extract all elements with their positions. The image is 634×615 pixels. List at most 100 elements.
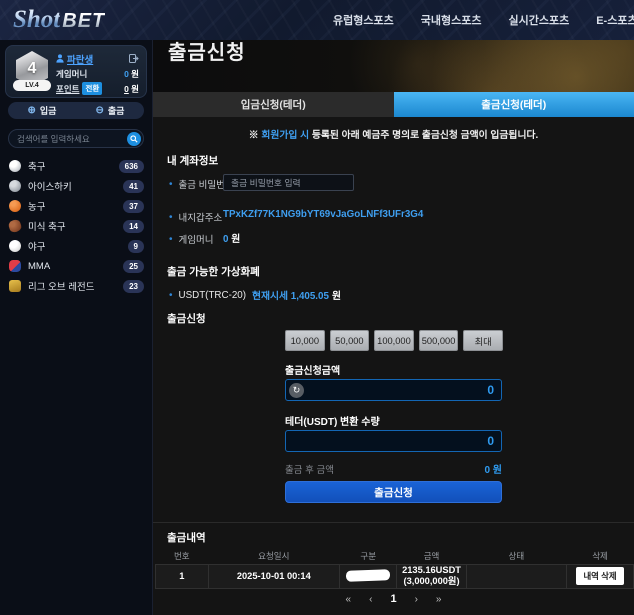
rate-unit: 원 [332, 288, 341, 302]
page-next-button[interactable]: › [415, 594, 418, 605]
col-delete: 삭제 [567, 548, 634, 564]
points-label[interactable]: 포인트 [56, 83, 79, 95]
tab-deposit-request[interactable]: 입금신청(테더) [153, 92, 394, 117]
sidebar-item-league-of-legends[interactable]: 리그 오브 레전드 23 [0, 276, 153, 296]
withdraw-history-title: 출금내역 [167, 530, 206, 545]
withdraw-amount-input[interactable] [304, 383, 501, 397]
game-money-info-row: • 게임머니 [169, 232, 213, 246]
game-money-row: 게임머니 0 원 [56, 66, 139, 81]
page-current[interactable]: 1 [390, 593, 396, 605]
account-info-title: 내 계좌정보 [167, 153, 218, 168]
count-badge: 25 [123, 260, 144, 273]
cell-datetime: 2025-10-01 00:14 [208, 564, 339, 588]
circled-minus-icon: ⊖ [96, 106, 104, 116]
username-row: 파란생 [56, 51, 139, 66]
bullet-dot: • [169, 290, 173, 301]
withdraw-history-table: 번호 요청일시 구분 금액 상태 삭제 1 2025-10-01 00:14 [155, 548, 634, 589]
count-badge: 636 [119, 160, 144, 173]
search-input[interactable] [17, 131, 122, 146]
submit-withdraw-button[interactable]: 출금신청 [285, 481, 502, 503]
cell-delete: 내역 삭제 [567, 564, 634, 588]
col-number: 번호 [156, 548, 209, 564]
table-header-row: 번호 요청일시 구분 금액 상태 삭제 [156, 548, 634, 564]
logout-icon[interactable] [129, 50, 139, 68]
section-divider [153, 522, 634, 523]
after-withdraw-row: 출금 후 금액 0 원 [285, 461, 502, 476]
coin-name: USDT(TRC-20) [179, 290, 247, 301]
quick-amount-10000[interactable]: 10,000 [285, 330, 325, 351]
available-crypto-title: 출금 가능한 가상화폐 [167, 264, 260, 279]
sidebar-item-american-football[interactable]: 미식 축구 14 [0, 216, 153, 236]
deposit-button[interactable]: ⊕ 입금 [8, 102, 76, 119]
search-button[interactable] [127, 132, 141, 146]
sports-menu: 축구 636 아이스하키 41 농구 37 미식 축구 14 야구 9 [0, 156, 153, 296]
quick-amount-500000[interactable]: 500,000 [419, 330, 459, 351]
level-badge: LV.4 [13, 80, 51, 91]
sidebar-item-mma[interactable]: MMA 25 [0, 256, 153, 276]
page-first-button[interactable]: « [346, 594, 352, 605]
count-badge: 14 [123, 220, 144, 233]
mma-glove-icon [9, 260, 21, 272]
sidebar: 4 LV.4 파란생 게임머니 0 원 포인트 [0, 40, 153, 615]
col-status: 상태 [466, 548, 566, 564]
bullet-dot: • [169, 179, 173, 190]
sidebar-search [8, 129, 144, 148]
nav-item-esports[interactable]: E-스포츠 [596, 12, 634, 28]
count-badge: 23 [123, 280, 144, 293]
quick-amount-buttons: 10,000 50,000 100,000 500,000 최대 [285, 330, 503, 351]
withdraw-button[interactable]: ⊖ 출금 [76, 102, 144, 119]
avatar: 4 LV.4 [13, 51, 51, 91]
refresh-icon: ↻ [293, 385, 301, 396]
username-link[interactable]: 파란생 [67, 52, 93, 66]
sidebar-item-ice-hockey[interactable]: 아이스하키 41 [0, 176, 153, 196]
deposit-label: 입금 [40, 104, 57, 117]
sidebar-item-baseball[interactable]: 야구 9 [0, 236, 153, 256]
delete-history-button[interactable]: 내역 삭제 [576, 567, 623, 585]
page-prev-button[interactable]: ‹ [369, 594, 372, 605]
nav-item-european-sports[interactable]: 유럽형스포츠 [333, 12, 394, 28]
count-badge: 37 [123, 200, 144, 213]
quick-amount-max[interactable]: 최대 [463, 330, 503, 351]
withdraw-password-input[interactable] [223, 174, 354, 191]
page-last-button[interactable]: » [436, 594, 442, 605]
col-datetime: 요청일시 [208, 548, 339, 564]
wallet-address-row: • 내지갑주소 [169, 210, 222, 224]
search-icon [130, 135, 138, 143]
wallet-address-label: 내지갑주소 [179, 210, 223, 224]
sidebar-item-soccer[interactable]: 축구 636 [0, 156, 153, 176]
count-badge: 9 [128, 240, 144, 253]
sidebar-item-basketball[interactable]: 농구 37 [0, 196, 153, 216]
usdt-quantity-label: 테더(USDT) 변환 수량 [285, 413, 380, 428]
page: Shot BET 유럽형스포츠 국내형스포츠 실시간스포츠 E-스포츠 카지노 … [0, 0, 634, 615]
person-icon [56, 54, 64, 63]
convert-points-button[interactable]: 전환 [82, 82, 102, 95]
quick-amount-50000[interactable]: 50,000 [330, 330, 370, 351]
nav-item-domestic-sports[interactable]: 국내형스포츠 [421, 12, 482, 28]
logo-bet-text: BET [62, 10, 105, 33]
cell-number: 1 [156, 564, 209, 588]
bullet-dot: • [169, 212, 173, 223]
wallet-action-bar: ⊕ 입금 ⊖ 출금 [8, 102, 144, 119]
withdraw-request-title: 출금신청 [167, 311, 206, 326]
page-banner: 출금신청 [153, 40, 634, 92]
reset-amount-button[interactable]: ↻ [289, 383, 304, 398]
after-withdraw-value: 0 원 [484, 461, 502, 476]
quick-amount-100000[interactable]: 100,000 [374, 330, 414, 351]
wallet-address-value: TPxKZf77K1NG9bYT69vJaGoLNFf3UFr3G4 [223, 209, 423, 220]
logo-shot-text: Shot [13, 6, 60, 34]
game-money-info-value: 0 원 [223, 231, 240, 245]
soccer-ball-icon [9, 160, 21, 172]
nav-item-live-sports[interactable]: 실시간스포츠 [508, 12, 569, 28]
tab-withdraw-request[interactable]: 출금신청(테더) [394, 92, 634, 117]
site-logo[interactable]: Shot BET [13, 6, 105, 34]
game-money-value: 0 원 [124, 68, 139, 80]
withdraw-amount-field: ↻ [285, 379, 502, 401]
count-badge: 41 [123, 180, 144, 193]
user-card: 4 LV.4 파란생 게임머니 0 원 포인트 [5, 45, 147, 98]
col-type: 구분 [340, 548, 397, 564]
usdt-rate-row: • USDT(TRC-20) 현재시세 1,405.05 원 [169, 288, 341, 302]
redacted-type-value [346, 569, 390, 582]
bullet-dot: • [169, 234, 173, 245]
withdraw-amount-label: 출금신청금액 [285, 362, 340, 377]
usdt-quantity-input[interactable] [286, 434, 501, 448]
